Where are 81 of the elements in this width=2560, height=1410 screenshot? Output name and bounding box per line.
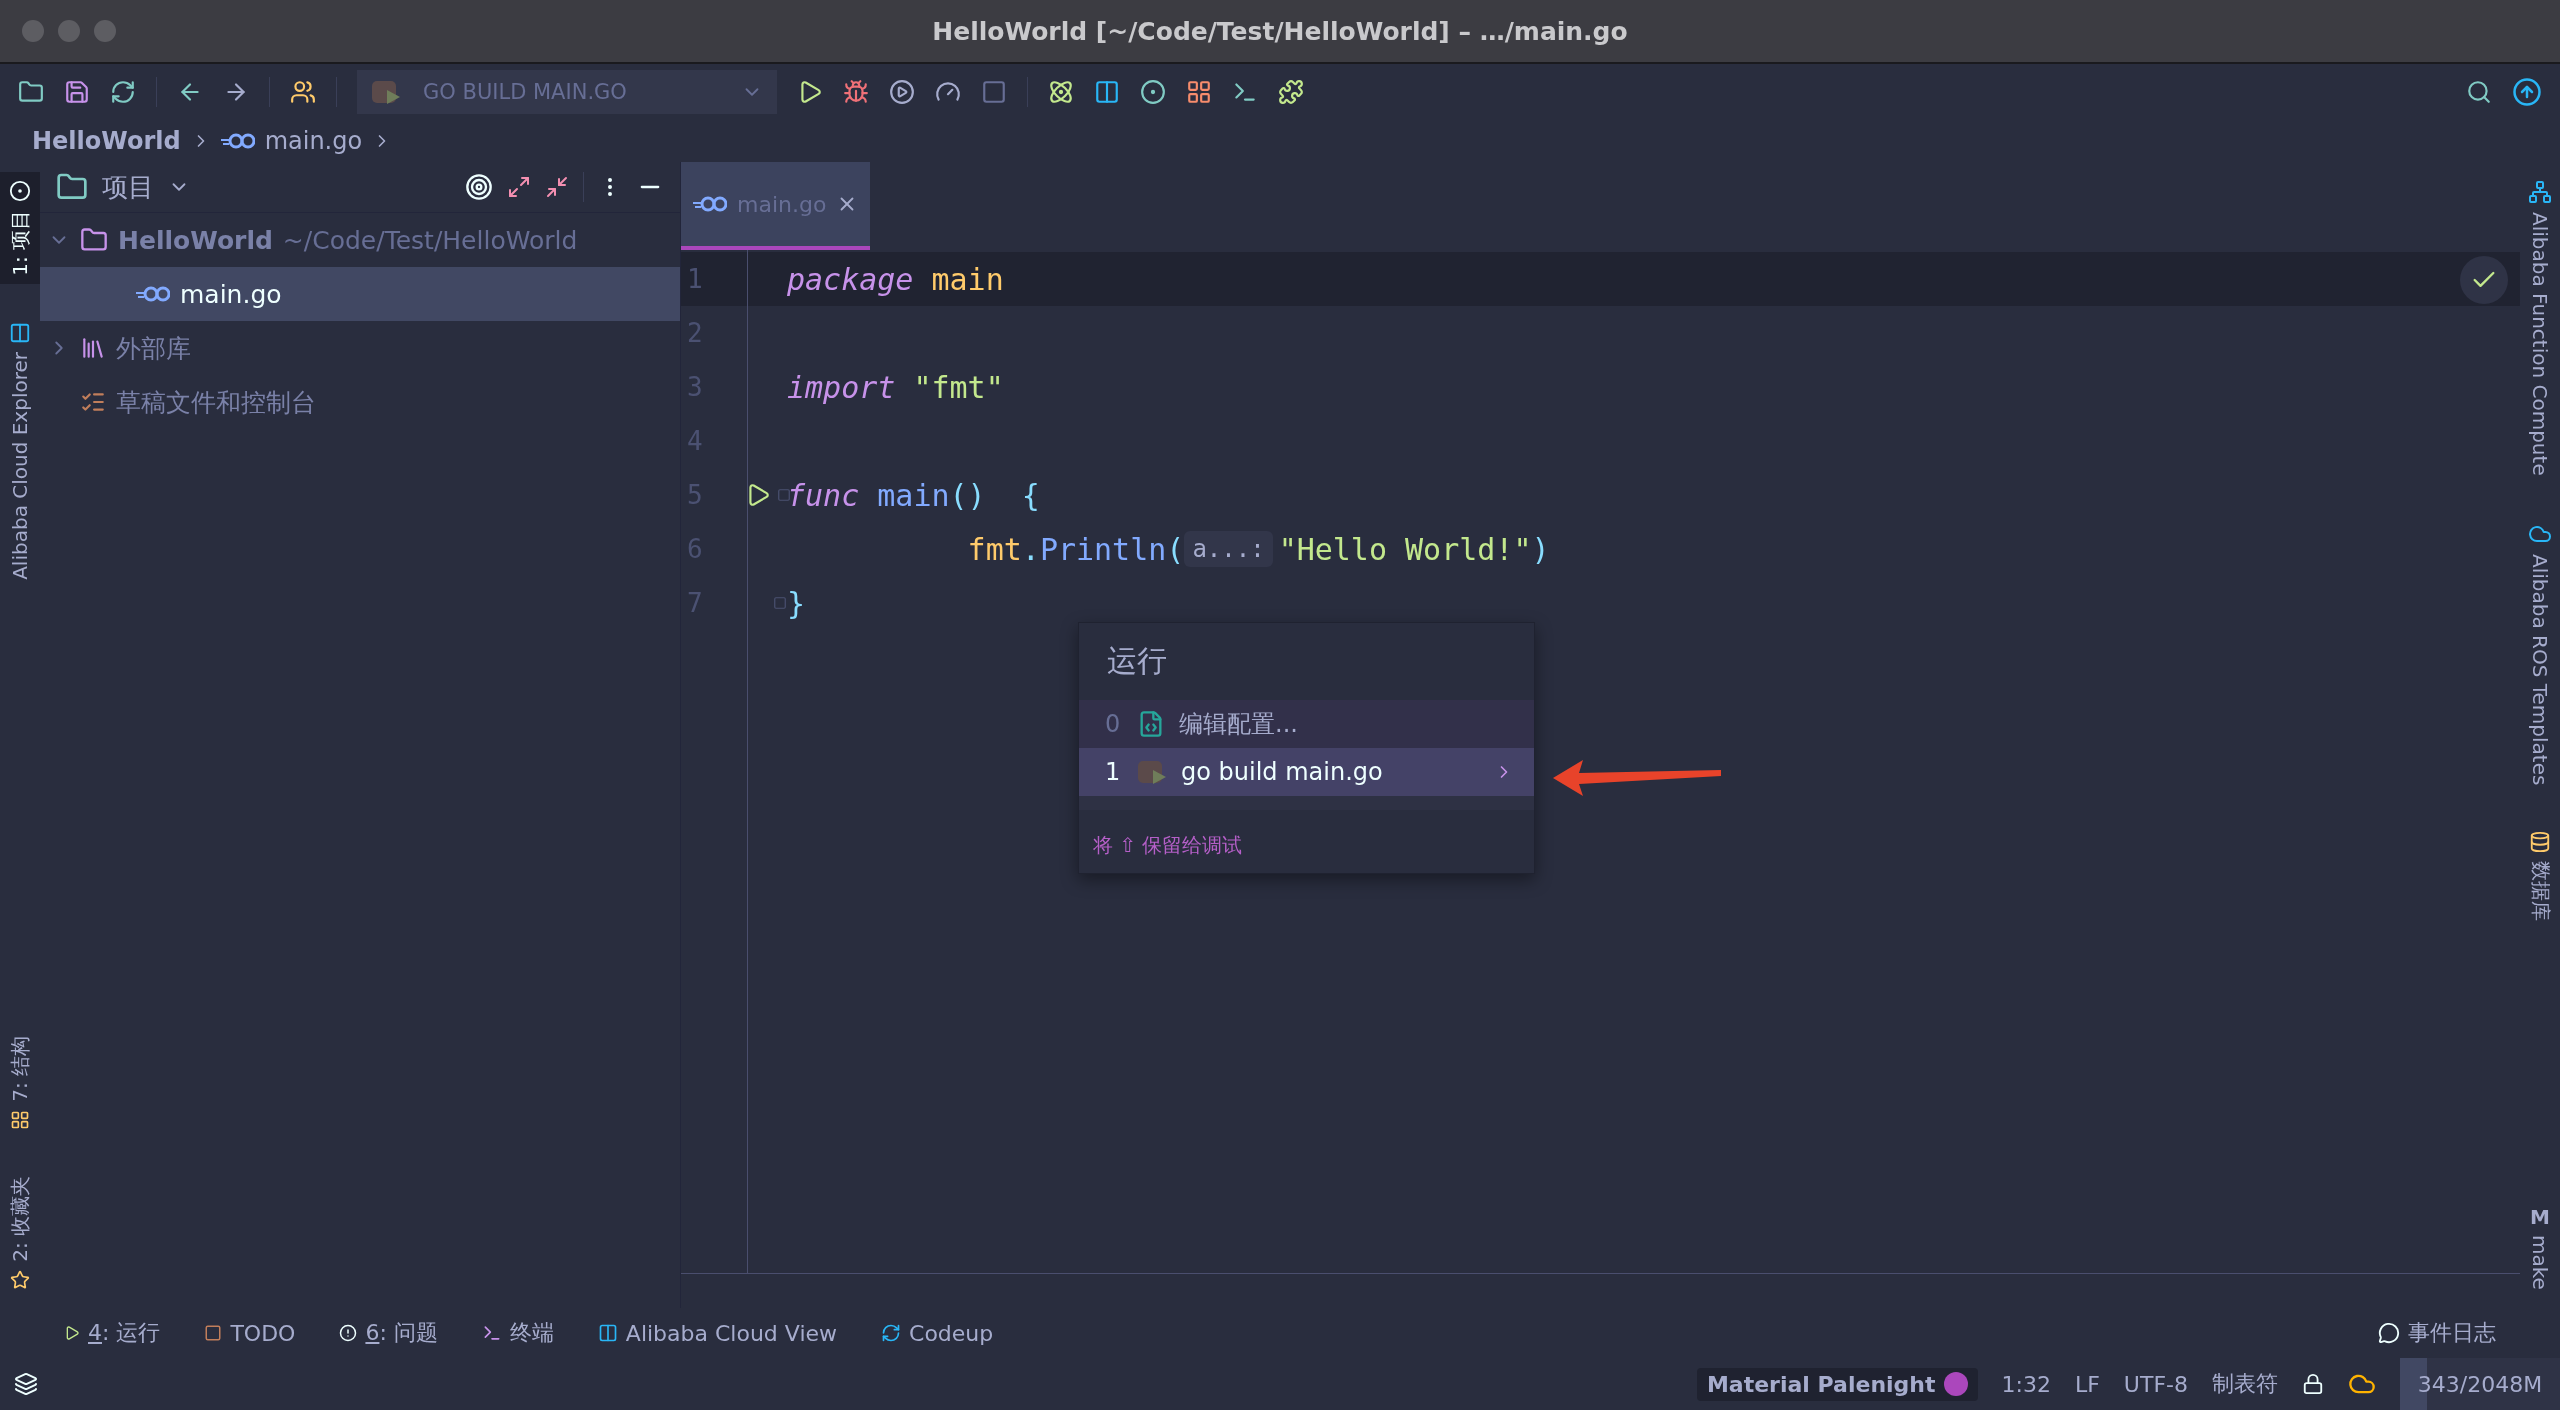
stop-icon[interactable]: [981, 79, 1007, 105]
caret-position[interactable]: 1:32: [2001, 1371, 2051, 1397]
tree-row[interactable]: 草稿文件和控制台: [40, 375, 680, 429]
popup-title: 运行: [1106, 642, 1168, 680]
collapse-all-icon[interactable]: [545, 175, 569, 199]
star-icon: [10, 1270, 30, 1290]
side-tab[interactable]: M make: [2520, 1199, 2560, 1298]
grid-icon[interactable]: [1186, 79, 1212, 105]
file-encoding[interactable]: UTF-8: [2123, 1371, 2188, 1397]
line-ending[interactable]: LF: [2074, 1371, 2100, 1397]
event-log-button[interactable]: 事件日志: [2378, 1318, 2496, 1348]
side-tab[interactable]: Alibaba ROS Templates: [2520, 513, 2560, 794]
theme-indicator[interactable]: Material Palenight: [1696, 1367, 1978, 1401]
database-icon: [2529, 831, 2551, 854]
circle-dot-icon[interactable]: [1140, 79, 1166, 105]
unlock-icon[interactable]: [2302, 1373, 2324, 1395]
event-log-icon: [2378, 1322, 2400, 1344]
theme-dot-icon: [1943, 1372, 1968, 1396]
side-tab[interactable]: 数据库: [2520, 823, 2560, 930]
function-icon: [2528, 180, 2552, 204]
coverage-icon[interactable]: [889, 79, 915, 105]
code-line: }: [787, 585, 806, 621]
tree-item-label: 草稿文件和控制台: [116, 386, 316, 419]
tree-row[interactable]: main.go: [40, 267, 680, 321]
memory-indicator[interactable]: 343/2048M: [2400, 1358, 2560, 1410]
todo-icon: [204, 1324, 223, 1342]
go-file-icon: [220, 133, 255, 149]
tree-item-label: main.go: [180, 279, 282, 309]
breadcrumb-item[interactable]: main.go: [264, 127, 363, 155]
side-tab[interactable]: Alibaba Cloud Explorer: [0, 313, 40, 588]
tool-window-button[interactable]: 4: 运行: [64, 1318, 161, 1348]
parameter-hint: a...:: [1184, 531, 1273, 567]
structure-icon: [10, 1110, 30, 1131]
update-icon[interactable]: [2512, 77, 2542, 107]
breadcrumb-item[interactable]: HelloWorld: [32, 127, 181, 155]
side-tab[interactable]: 1: 项目: [0, 172, 40, 284]
popup-item[interactable]: 1 go build main.go: [1079, 748, 1534, 796]
library-icon: [80, 335, 106, 361]
tree-row[interactable]: 外部库: [40, 321, 680, 375]
save-icon[interactable]: [64, 79, 90, 105]
tool-window-button[interactable]: 终端: [481, 1318, 554, 1348]
sync-icon[interactable]: [110, 79, 136, 105]
tool-window-button[interactable]: Alibaba Cloud View: [597, 1320, 838, 1346]
tool-window-button[interactable]: Codeup: [881, 1320, 994, 1346]
run-icon: [64, 1325, 80, 1341]
tool-window-button[interactable]: 6: 问题: [339, 1318, 438, 1348]
atom-icon[interactable]: [1048, 79, 1074, 105]
puzzle-icon[interactable]: [1278, 79, 1304, 105]
make-icon: M: [2530, 1207, 2550, 1228]
side-tab[interactable]: 7: 结构: [0, 1028, 40, 1139]
tree-item-label: 外部库: [116, 332, 191, 365]
gopher-icon: [1137, 758, 1167, 786]
popup-hint: 将 ⇧ 保留给调试: [1079, 796, 1534, 863]
module-icon: [9, 180, 31, 202]
users-icon[interactable]: [290, 79, 316, 105]
go-file-icon: [136, 286, 170, 302]
locate-icon[interactable]: [465, 173, 493, 201]
expand-all-icon[interactable]: [507, 175, 531, 199]
problems-icon: [339, 1324, 358, 1342]
search-icon[interactable]: [2466, 79, 2492, 105]
gopher-icon: [371, 78, 401, 106]
go-file-icon: [693, 196, 727, 212]
tree-item-path: ~/Code/Test/HelloWorld: [282, 225, 578, 255]
code-line: package main: [787, 261, 1004, 297]
tool-window-button[interactable]: TODO: [204, 1320, 296, 1346]
window-title: HelloWorld [~/Code/Test/HelloWorld] – …/main.go: [932, 16, 1628, 46]
open-folder-icon[interactable]: [18, 79, 44, 105]
code-line: fmt.Println( a...: "Hello World!"): [966, 531, 1550, 567]
code-line: func main() {: [787, 477, 1040, 513]
folder-icon: [80, 226, 108, 254]
side-tab[interactable]: 2: 收藏夹: [0, 1168, 40, 1298]
panel-title[interactable]: 项目: [102, 169, 154, 205]
layers-icon[interactable]: [14, 1372, 38, 1396]
tree-row[interactable]: HelloWorld ~/Code/Test/HelloWorld: [40, 213, 680, 267]
debug-icon[interactable]: [843, 79, 869, 105]
tree-item-label: HelloWorld: [118, 225, 273, 255]
popup-item[interactable]: 0 编辑配置...: [1079, 700, 1534, 748]
line-number: 1: [686, 264, 704, 294]
side-tab[interactable]: Alibaba Function Compute: [2520, 172, 2560, 484]
code-line: import "fmt": [787, 369, 1004, 405]
indent-setting[interactable]: 制表符: [2212, 1369, 2278, 1399]
